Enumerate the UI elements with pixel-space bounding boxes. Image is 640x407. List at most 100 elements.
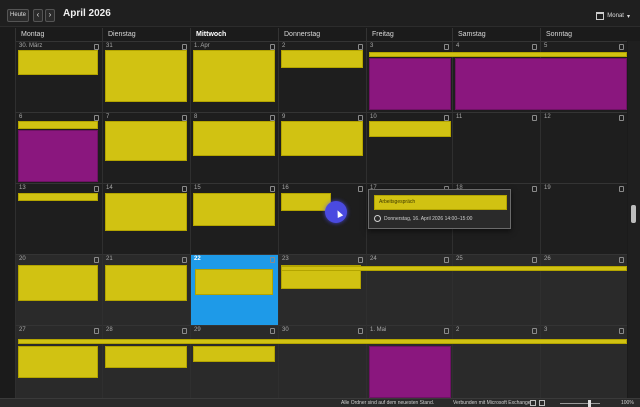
new-item-icon[interactable] <box>619 328 624 334</box>
view-switcher[interactable]: Monat ▾ <box>596 10 630 22</box>
calendar-event[interactable] <box>18 265 98 301</box>
day-header-4: Freitag <box>366 28 452 41</box>
calendar-event[interactable] <box>193 193 275 226</box>
date-number: 3 <box>370 43 374 49</box>
today-button[interactable]: Heute <box>7 9 29 22</box>
calendar-event[interactable] <box>18 121 98 129</box>
popup-meta: Donnerstag, 16. April 2026 14:00–15:00 <box>374 215 472 222</box>
reading-view-icon[interactable] <box>539 400 545 406</box>
calendar-event[interactable] <box>18 193 98 201</box>
date-number: 25 <box>456 256 463 262</box>
date-number: 7 <box>106 114 110 120</box>
calendar-event[interactable] <box>281 121 363 156</box>
appointment-preview-popup[interactable]: Arbeitsgespräch Donnerstag, 16. April 20… <box>368 189 511 229</box>
chevron-right-icon[interactable]: › <box>45 9 55 22</box>
calendar-event[interactable] <box>18 339 627 344</box>
new-item-icon[interactable] <box>270 328 275 334</box>
new-item-icon[interactable] <box>444 328 449 334</box>
new-item-icon[interactable] <box>358 257 363 263</box>
chevron-left-icon[interactable]: ‹ <box>33 9 43 22</box>
calendar-event[interactable] <box>193 346 275 362</box>
new-item-icon[interactable] <box>358 186 363 192</box>
day-cell[interactable]: 2 <box>452 325 540 398</box>
day-cell[interactable]: 25 <box>452 254 540 325</box>
calendar-event[interactable] <box>105 346 187 368</box>
date-number: 15 <box>194 185 201 191</box>
calendar-event[interactable] <box>281 266 627 271</box>
new-item-icon[interactable] <box>444 257 449 263</box>
date-number: 13 <box>19 185 26 191</box>
date-number: 11 <box>456 114 463 120</box>
new-item-icon[interactable] <box>270 257 275 263</box>
vertical-scrollbar[interactable] <box>628 41 640 398</box>
calendar-event[interactable] <box>18 50 98 75</box>
status-connection-text: Verbunden mit Microsoft Exchange <box>453 400 531 406</box>
date-number: 4 <box>456 43 460 49</box>
new-item-icon[interactable] <box>619 186 624 192</box>
normal-view-icon[interactable] <box>530 400 536 406</box>
date-number: 8 <box>194 114 198 120</box>
new-item-icon[interactable] <box>532 257 537 263</box>
new-item-icon[interactable] <box>94 257 99 263</box>
new-item-icon[interactable] <box>619 115 624 121</box>
zoom-slider-knob[interactable] <box>588 400 591 407</box>
new-item-icon[interactable] <box>444 44 449 50</box>
calendar-event[interactable] <box>18 130 98 182</box>
day-cell[interactable]: 26 <box>540 254 627 325</box>
day-header-3: Donnerstag <box>278 28 366 41</box>
date-number: 6 <box>19 114 23 120</box>
new-item-icon[interactable] <box>182 257 187 263</box>
new-item-icon[interactable] <box>182 328 187 334</box>
scrollbar-thumb[interactable] <box>631 205 636 223</box>
calendar-event[interactable] <box>105 265 187 301</box>
date-number: 2 <box>456 327 460 333</box>
day-header-6: Sonntag <box>540 28 627 41</box>
date-number: 27 <box>19 327 26 333</box>
calendar-event[interactable] <box>193 121 275 156</box>
clock-icon <box>374 215 381 222</box>
day-header-0: Montag <box>15 28 102 41</box>
new-item-icon[interactable] <box>270 186 275 192</box>
new-item-icon[interactable] <box>94 328 99 334</box>
day-cell[interactable]: 11 <box>452 112 540 183</box>
calendar-event[interactable] <box>281 193 331 211</box>
day-cell[interactable]: 19 <box>540 183 627 254</box>
calendar-event[interactable] <box>193 50 275 102</box>
calendar-event[interactable] <box>105 50 187 102</box>
date-number: 10 <box>370 114 377 120</box>
calendar-event[interactable] <box>18 346 98 378</box>
date-number: 19 <box>544 185 551 191</box>
date-number: 26 <box>544 256 551 262</box>
new-item-icon[interactable] <box>532 186 537 192</box>
day-cell[interactable]: 24 <box>366 254 452 325</box>
zoom-slider[interactable] <box>560 403 600 404</box>
day-header-5: Samstag <box>452 28 540 41</box>
date-number: 14 <box>106 185 113 191</box>
calendar-event[interactable] <box>281 50 363 68</box>
day-cell[interactable]: 30 <box>278 325 366 398</box>
month-title: April 2026 <box>63 8 111 19</box>
calendar-event[interactable] <box>105 121 187 161</box>
new-item-icon[interactable] <box>532 328 537 334</box>
new-item-icon[interactable] <box>532 44 537 50</box>
new-item-icon[interactable] <box>182 186 187 192</box>
calendar-event[interactable] <box>195 269 273 295</box>
day-cell[interactable]: 3 <box>540 325 627 398</box>
day-cell[interactable]: 12 <box>540 112 627 183</box>
new-item-icon[interactable] <box>619 257 624 263</box>
calendar-event[interactable] <box>369 52 627 57</box>
day-header-1: Dienstag <box>102 28 190 41</box>
date-number: 24 <box>370 256 377 262</box>
new-item-icon[interactable] <box>619 44 624 50</box>
calendar-event[interactable] <box>369 58 451 110</box>
popup-title[interactable]: Arbeitsgespräch <box>374 195 507 210</box>
date-number: 1. Mai <box>370 327 387 333</box>
date-number: 3 <box>544 327 548 333</box>
new-item-icon[interactable] <box>94 186 99 192</box>
new-item-icon[interactable] <box>532 115 537 121</box>
calendar-event[interactable] <box>369 346 451 398</box>
calendar-event[interactable] <box>369 121 451 137</box>
new-item-icon[interactable] <box>358 328 363 334</box>
calendar-event[interactable] <box>105 193 187 231</box>
calendar-event[interactable] <box>455 58 627 110</box>
